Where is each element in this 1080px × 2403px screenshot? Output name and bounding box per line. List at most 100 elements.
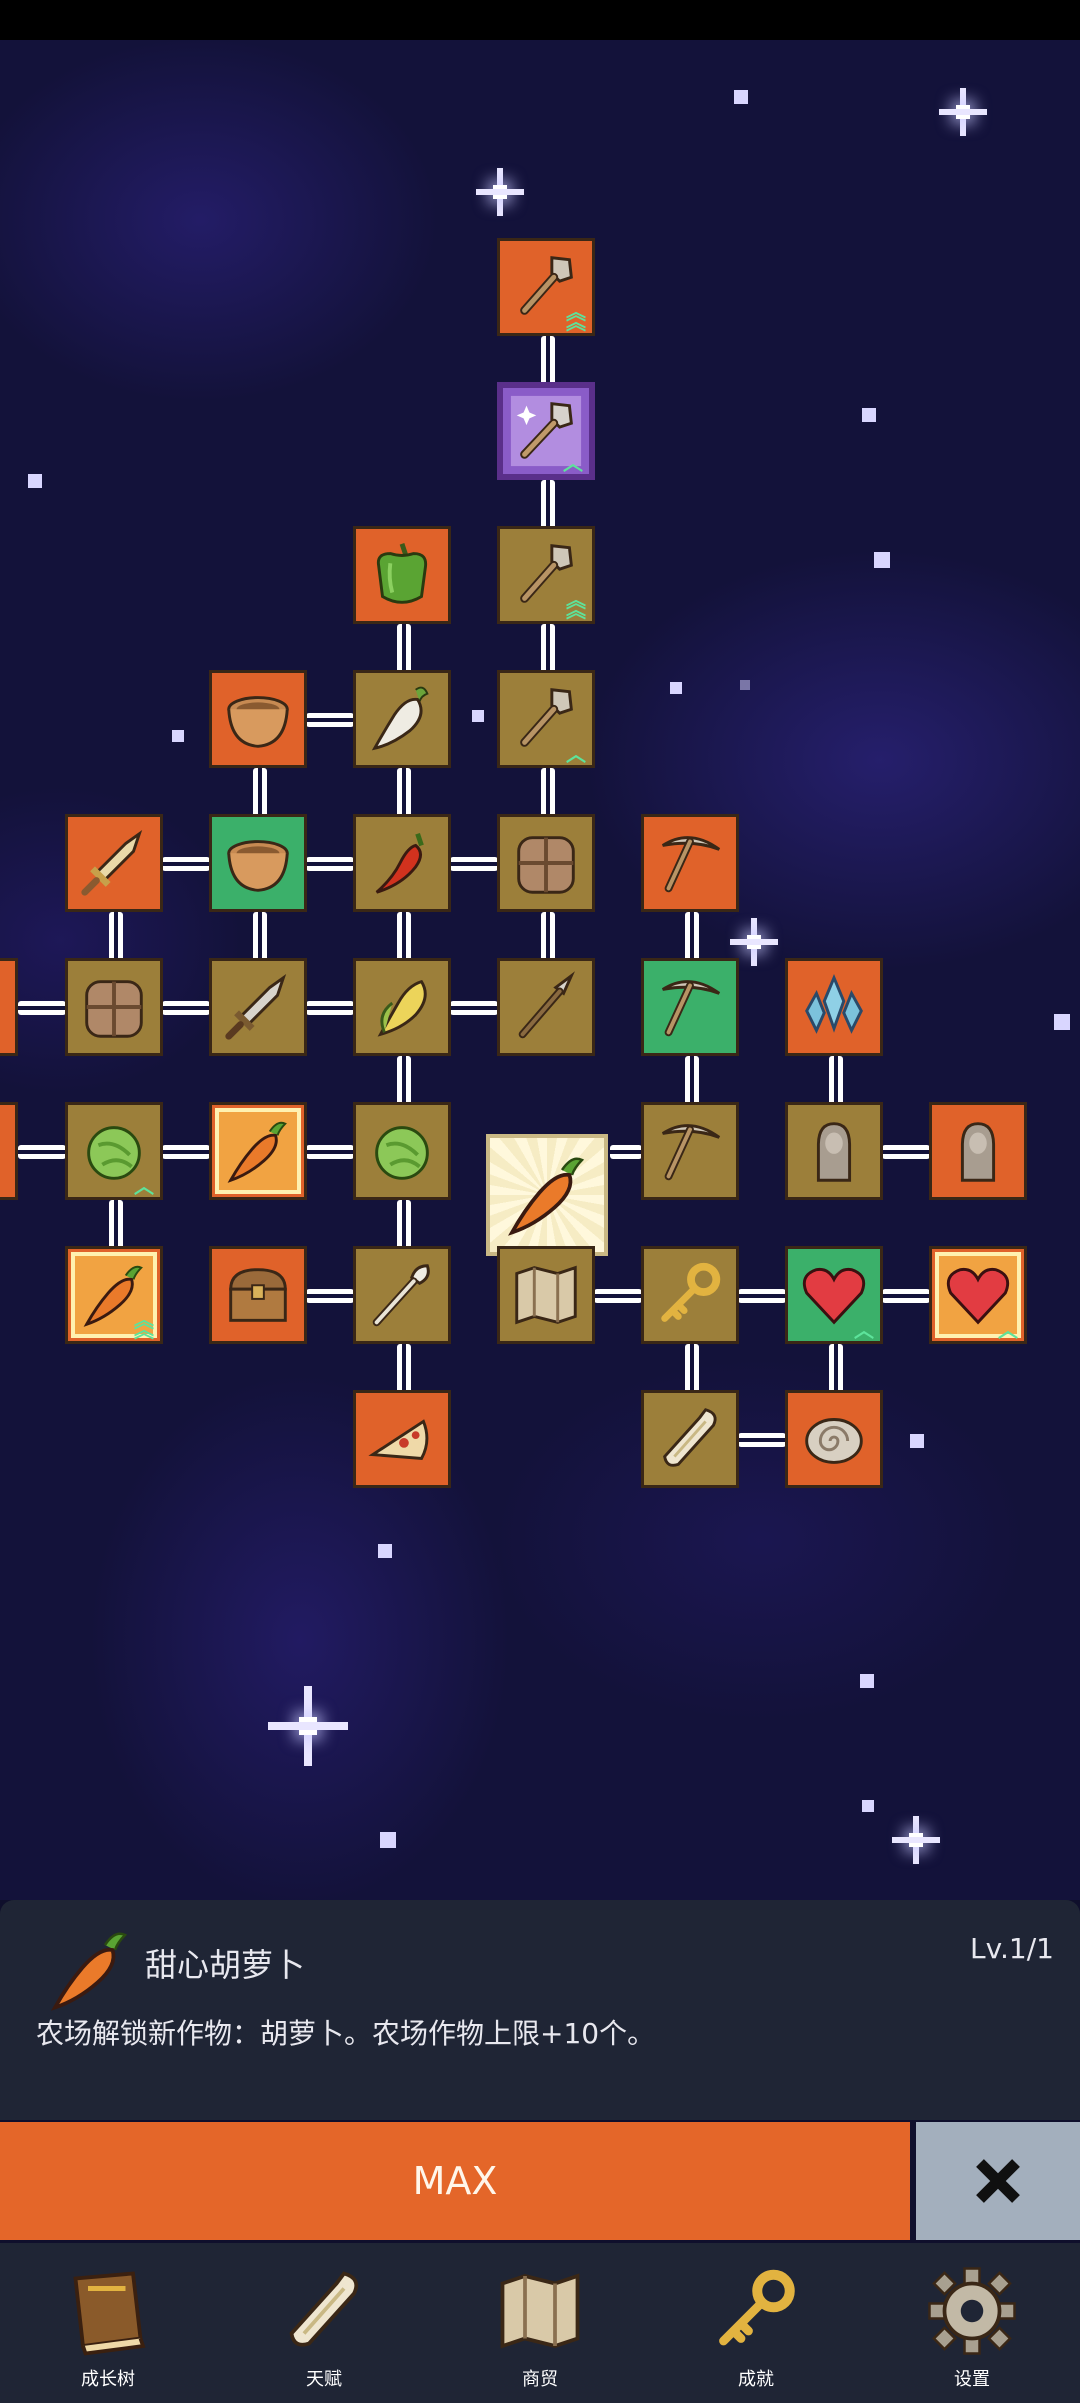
star — [734, 90, 748, 104]
skill-node-radish[interactable] — [353, 670, 451, 768]
skill-node-heart[interactable]: ︿ — [785, 1246, 883, 1344]
skill-node-torch[interactable] — [353, 1246, 451, 1344]
star — [860, 1674, 874, 1688]
skill-node-cabbage[interactable]: ︿ — [65, 1102, 163, 1200]
pizza-icon — [368, 1419, 429, 1461]
skill-node-backpack[interactable] — [497, 814, 595, 912]
pickaxe-icon — [661, 980, 721, 1037]
book-icon — [73, 2271, 146, 2356]
connector — [882, 1289, 930, 1303]
skill-node-offscreen-left[interactable] — [0, 958, 18, 1056]
connector — [18, 1001, 66, 1015]
nav-trade[interactable]: 商贸 — [470, 2243, 610, 2403]
connector — [882, 1145, 930, 1159]
bowl-icon — [227, 696, 289, 748]
nav-growth-tree[interactable]: 成长树 — [38, 2243, 178, 2403]
skill-node-pizza[interactable] — [353, 1390, 451, 1488]
treasure-chest-icon — [229, 1268, 287, 1322]
nav-achievement[interactable]: 成就 — [686, 2243, 826, 2403]
max-button[interactable]: MAX — [0, 2122, 910, 2240]
nav-talent[interactable]: 天赋 — [254, 2243, 394, 2403]
skill-node-heart-2[interactable]: ︿ — [929, 1246, 1027, 1344]
skill-node-map[interactable] — [497, 1246, 595, 1344]
skill-node-key[interactable] — [641, 1246, 739, 1344]
spear-icon — [518, 971, 575, 1039]
skill-node-shovel-2[interactable]: ︽ ︽ — [497, 526, 595, 624]
skill-level: Lv.1/1 — [970, 1932, 1054, 1965]
skill-node-bowl[interactable] — [209, 670, 307, 768]
nav-settings[interactable]: 设置 — [902, 2243, 1042, 2403]
upgrade-double-icon: ︽ ︽ — [566, 588, 586, 622]
skill-node-carrot-2[interactable]: ︽ ︽ — [65, 1246, 163, 1344]
upgrade-single-icon: ︿ — [566, 742, 586, 766]
skill-node-cabbage-2[interactable] — [353, 1102, 451, 1200]
skill-node-treasure-chest[interactable] — [209, 1246, 307, 1344]
skill-node-fossil[interactable] — [785, 1390, 883, 1488]
backpack-icon — [517, 836, 575, 894]
crystal-icon — [805, 973, 863, 1034]
statue-icon — [960, 1122, 996, 1182]
connector — [450, 1001, 498, 1015]
statue-icon — [816, 1122, 852, 1182]
skill-node-pickaxe[interactable] — [641, 814, 739, 912]
skill-node-spear[interactable] — [497, 958, 595, 1056]
skill-node-carrot[interactable] — [209, 1102, 307, 1200]
connector — [162, 1145, 210, 1159]
skill-node-pickaxe-2[interactable] — [641, 958, 739, 1056]
star — [862, 408, 876, 422]
upgrade-single-icon: ︿ — [854, 1318, 874, 1342]
skill-node-pickaxe-3[interactable] — [641, 1102, 739, 1200]
radish-icon — [371, 686, 429, 751]
connector — [306, 1145, 354, 1159]
skill-node-bowl-2[interactable] — [209, 814, 307, 912]
skill-node-shovel-3[interactable]: ︿ — [497, 670, 595, 768]
connector — [18, 1145, 66, 1159]
skill-node-sword-2[interactable] — [209, 958, 307, 1056]
connector — [109, 912, 123, 962]
skill-node-sword[interactable] — [65, 814, 163, 912]
connector — [541, 768, 555, 818]
star — [910, 1434, 924, 1448]
star — [380, 1832, 396, 1848]
skill-node-crystal[interactable] — [785, 958, 883, 1056]
upgrade-single-icon: ︿ — [998, 1318, 1018, 1342]
skill-node-shovel[interactable]: ︽ ︽ — [497, 238, 595, 336]
skill-description: 农场解锁新作物：胡萝卜。农场作物上限+10个。 — [36, 2017, 656, 2050]
skill-title: 甜心胡萝卜 — [145, 1946, 306, 1984]
connector — [306, 1001, 354, 1015]
scroll-icon — [663, 1408, 717, 1467]
nav-label: 设置 — [954, 2369, 990, 2390]
star — [378, 1544, 392, 1558]
nav-label: 成长树 — [81, 2369, 135, 2390]
connector — [829, 1056, 843, 1106]
connector — [397, 1056, 411, 1106]
skill-node-bell-pepper[interactable] — [353, 526, 451, 624]
skill-node-backpack-2[interactable] — [65, 958, 163, 1056]
key-icon — [661, 1262, 721, 1322]
connector — [162, 1001, 210, 1015]
skill-node-statue-2[interactable] — [929, 1102, 1027, 1200]
close-button[interactable] — [916, 2122, 1080, 2240]
skill-tree-area[interactable]: ︽ ︽ ︿ ︽ ︽ ︿ ︿ ︽ ︽ ︿ ︿ — [0, 40, 1080, 1900]
skill-node-chili[interactable] — [353, 814, 451, 912]
connector — [397, 1200, 411, 1250]
skill-node-magic-shovel[interactable]: ︿ — [497, 382, 595, 480]
carrot-icon — [227, 1121, 287, 1183]
skill-node-offscreen-left-2[interactable] — [0, 1102, 18, 1200]
sword-icon — [81, 829, 143, 896]
upgrade-single-icon: ︿ — [563, 451, 583, 475]
backpack-icon — [85, 980, 143, 1038]
upgrade-double-icon: ︽ ︽ — [566, 300, 586, 334]
connector — [829, 1344, 843, 1394]
skill-node-corn[interactable] — [353, 958, 451, 1056]
map-icon — [500, 2273, 580, 2349]
skill-node-scroll[interactable] — [641, 1390, 739, 1488]
connector — [162, 857, 210, 871]
skill-node-sweet-carrot-selected[interactable] — [486, 1134, 608, 1256]
star — [874, 552, 890, 568]
connector — [738, 1433, 786, 1447]
pickaxe-icon — [661, 1124, 721, 1181]
skill-detail-panel: 甜心胡萝卜 Lv.1/1 农场解锁新作物：胡萝卜。农场作物上限+10个。 — [0, 1900, 1080, 2120]
star — [862, 1800, 874, 1812]
skill-node-statue[interactable] — [785, 1102, 883, 1200]
